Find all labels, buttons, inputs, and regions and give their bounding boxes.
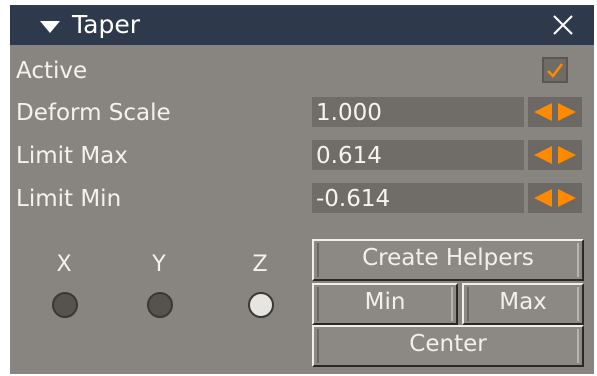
max-label: Max bbox=[499, 289, 547, 315]
limit-max-spinner[interactable] bbox=[528, 140, 582, 170]
create-helpers-button[interactable]: Create Helpers bbox=[312, 239, 584, 281]
active-checkbox[interactable] bbox=[542, 57, 568, 83]
axis-y-label: Y bbox=[152, 252, 166, 277]
collapse-arrow-icon[interactable] bbox=[40, 21, 60, 33]
create-helpers-label: Create Helpers bbox=[362, 245, 534, 271]
limit-min-label: Limit Min bbox=[16, 186, 122, 212]
spinner-arrows-icon bbox=[534, 189, 576, 207]
axis-y-radio[interactable] bbox=[147, 292, 173, 318]
checkmark-icon bbox=[547, 63, 563, 78]
min-label: Min bbox=[364, 289, 406, 315]
deform-scale-field[interactable]: 1.000 bbox=[312, 97, 524, 127]
axis-x-label: X bbox=[56, 252, 72, 277]
limit-max-label: Limit Max bbox=[16, 143, 128, 169]
spinner-arrows-icon bbox=[534, 103, 576, 121]
close-icon bbox=[553, 15, 573, 35]
panel-titlebar[interactable]: Taper bbox=[10, 5, 594, 45]
limit-max-field[interactable]: 0.614 bbox=[312, 140, 524, 170]
limit-min-spinner[interactable] bbox=[528, 183, 582, 213]
center-label: Center bbox=[409, 331, 487, 357]
close-button[interactable] bbox=[548, 10, 578, 40]
limit-min-field[interactable]: -0.614 bbox=[312, 183, 524, 213]
taper-panel: Taper Active Deform Scale 1.000 Limit Ma… bbox=[10, 5, 594, 374]
axis-x-radio[interactable] bbox=[52, 292, 78, 318]
min-button[interactable]: Min bbox=[312, 283, 458, 325]
spinner-arrows-icon bbox=[534, 146, 576, 164]
center-button[interactable]: Center bbox=[312, 325, 584, 367]
deform-scale-label: Deform Scale bbox=[16, 100, 171, 126]
axis-z-radio[interactable] bbox=[248, 292, 274, 318]
panel-title: Taper bbox=[72, 10, 140, 39]
deform-scale-spinner[interactable] bbox=[528, 97, 582, 127]
active-label: Active bbox=[16, 58, 88, 84]
axis-z-label: Z bbox=[252, 252, 268, 277]
max-button[interactable]: Max bbox=[462, 283, 584, 325]
